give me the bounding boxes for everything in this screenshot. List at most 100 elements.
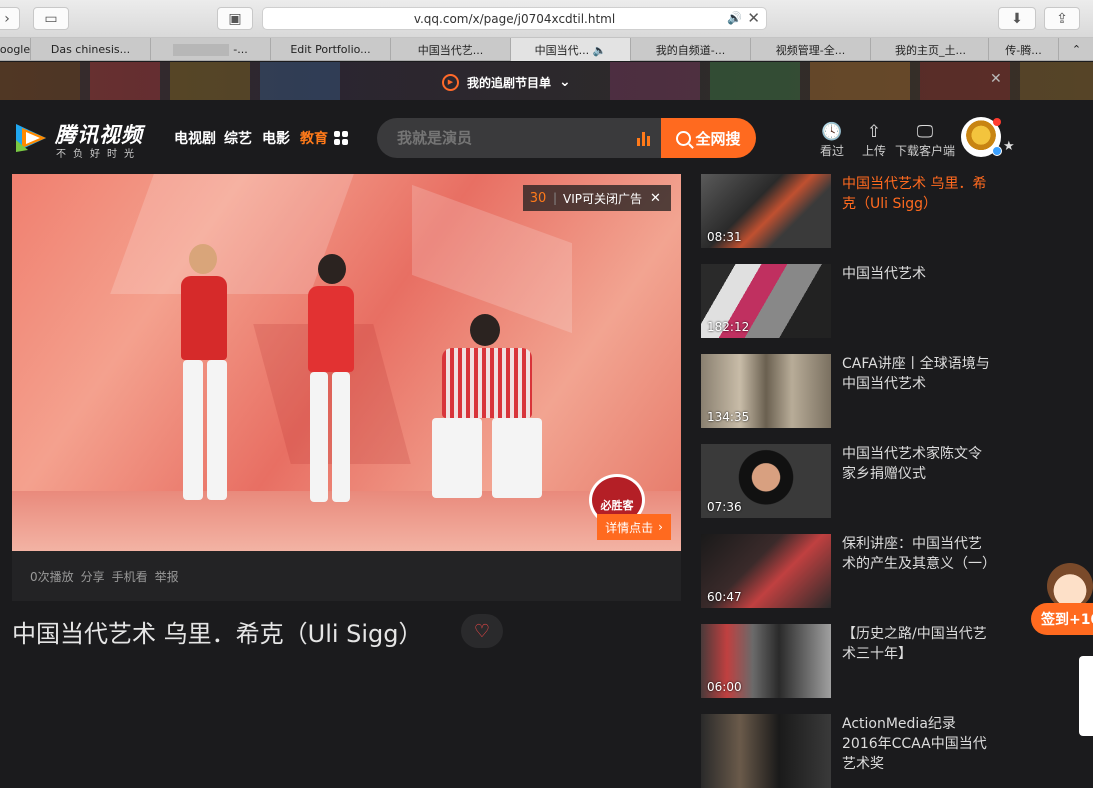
promo-tile [810,62,910,100]
tab-9[interactable]: 传-腾... [988,38,1058,61]
video-thumbnail[interactable]: 06:00 [701,624,831,698]
tab-5-active[interactable]: 中国当代... 🔈 [510,38,630,61]
share-icon: ⇪ [1056,10,1068,27]
download-icon: ⬇ [1011,10,1023,27]
playlist-item[interactable]: 06:00 【历史之路/中国当代艺术三十年】 [701,624,1001,698]
site-header: 腾讯视频 不负好时光 电视剧 综艺 电影 教育 全网搜 🕓 看过 ⇧ 上传 🖵 … [0,100,1093,174]
play-circle-icon: ▶ [442,73,459,91]
playlist-item-title[interactable]: 保利讲座：中国当代艺术的产生及其意义（一） [842,534,996,574]
ad-banner: 30 | VIP可关闭广告 ✕ [523,185,671,211]
video-player[interactable]: 30 | VIP可关闭广告 ✕ 必胜客 详情点击 › [12,174,681,551]
video-duration: 134:35 [707,410,750,424]
url-bar[interactable]: v.qq.com/x/page/j0704xcdtil.html 🔊 ✕ [262,7,767,30]
playlist-item-title[interactable]: 中国当代艺术 乌里．希克（Uli Sigg） [842,174,994,214]
sidebar-toggle-button[interactable]: ▭ [33,7,69,30]
close-icon[interactable]: ✕ [990,71,1002,87]
ad-detail-button[interactable]: 详情点击 › [597,514,671,540]
user-avatar[interactable] [961,117,1002,157]
star-icon: ★ [1003,139,1015,154]
side-toolbar[interactable] [1079,656,1093,736]
close-ad-icon[interactable]: ✕ [650,191,661,206]
tab-4[interactable]: 中国当代艺... [390,38,510,61]
video-duration: 60:47 [707,590,742,604]
download-client-icon: 🖵 [916,122,934,142]
playlist-item[interactable]: 134:35 CAFA讲座丨全球语境与中国当代艺术 [701,354,1001,428]
search-input[interactable] [397,128,617,148]
downloads-button[interactable]: ⬇ [998,7,1036,30]
watchlist-label: 我的追剧节目单 [467,75,552,90]
tab-bar: oogle Das chinesis... -... Edit Portfoli… [0,38,1093,61]
video-duration: 07:36 [707,500,742,514]
search-box [377,118,661,158]
signin-button[interactable]: 签到+10 [1031,603,1093,635]
promo-tile [710,62,800,100]
speaker-icon[interactable]: 🔊 [727,11,742,25]
video-thumbnail[interactable] [701,714,831,788]
playlist-item[interactable]: 08:31 中国当代艺术 乌里．希克（Uli Sigg） [701,174,1001,248]
playlist-item-title[interactable]: 中国当代艺术 [842,264,994,284]
video-duration: 182:12 [707,320,750,334]
playlist-item[interactable]: 182:12 中国当代艺术 [701,264,1001,338]
playlist-item[interactable]: 07:36 中国当代艺术家陈文令家乡捐赠仪式 [701,444,1001,518]
playlist-item[interactable]: ActionMedia纪录 2016年CCAA中国当代艺术奖 [701,714,1001,788]
report-link[interactable]: 举报 [155,568,179,585]
nav-variety[interactable]: 综艺 [224,128,252,148]
promo-tile [260,62,340,100]
sidebar-icon: ▭ [44,10,58,27]
history-button[interactable]: 🕓 看过 [812,122,852,159]
video-thumbnail[interactable]: 134:35 [701,354,831,428]
tencent-video-logo-icon[interactable] [12,120,52,156]
reader-button[interactable]: ▣ [217,7,253,30]
tab-0[interactable]: oogle [0,38,30,61]
playlist-item-title[interactable]: ActionMedia纪录 2016年CCAA中国当代艺术奖 [842,714,994,774]
search-button[interactable]: 全网搜 [661,118,756,158]
tab-1[interactable]: Das chinesis... [30,38,150,61]
tab-3[interactable]: Edit Portfolio... [270,38,390,61]
upload-button[interactable]: ⇧ 上传 [854,122,894,159]
nav-education[interactable]: 教育 [300,128,328,148]
search-icon [676,130,692,146]
playlist-item-title[interactable]: CAFA讲座丨全球语境与中国当代艺术 [842,354,994,394]
playlist-item-title[interactable]: 中国当代艺术家陈文令家乡捐赠仪式 [842,444,994,484]
tab-7[interactable]: 视频管理-全... [750,38,870,61]
video-duration: 06:00 [707,680,742,694]
play-count: 0次播放 [30,569,74,584]
tab-2[interactable]: -... [150,38,270,61]
tab-8[interactable]: 我的主页_土... [870,38,990,61]
vip-close-ad-link[interactable]: VIP可关闭广告 [563,190,642,207]
logo-slogan: 不负好时光 [56,149,141,160]
share-button[interactable]: ⇪ [1044,7,1080,30]
share-link[interactable]: 分享 [81,568,105,585]
video-thumbnail[interactable]: 182:12 [701,264,831,338]
nav-tv[interactable]: 电视剧 [174,128,216,148]
ad-countdown: 30 [529,190,547,206]
dancer-figure [292,254,372,514]
hot-search-icon[interactable] [637,132,651,146]
download-client-button[interactable]: 🖵 下载客户端 [895,122,955,159]
video-thumbnail[interactable]: 07:36 [701,444,831,518]
promo-tile [0,62,80,100]
chevron-right-icon: › [658,520,663,534]
video-thumbnail[interactable]: 60:47 [701,534,831,608]
vip-badge-icon [992,146,1002,156]
promo-tile [1020,62,1093,100]
playlist-item[interactable]: 60:47 保利讲座：中国当代艺术的产生及其意义（一） [701,534,1001,608]
blurred-favicon [173,43,230,56]
tab-6[interactable]: 我的自频道-... [630,38,750,61]
upload-icon: ⇧ [866,122,882,142]
back-button[interactable]: › [0,7,20,30]
heart-plus-icon: ♡ [473,620,491,642]
promo-tile [610,62,700,100]
nav-movie[interactable]: 电影 [262,128,290,148]
new-tab-button[interactable]: ⌃ [1058,38,1093,61]
promo-tile [90,62,160,100]
playlist-item-title[interactable]: 【历史之路/中国当代艺术三十年】 [842,624,994,664]
tab-overflow-icon: ⌃ [1071,43,1082,56]
video-info-bar: 0次播放 分享 手机看 举报 [12,551,681,601]
watch-on-phone-link[interactable]: 手机看 [112,568,148,585]
more-channels-icon[interactable] [334,131,348,145]
stop-icon[interactable]: ✕ [747,9,760,27]
favorite-button[interactable]: ♡ [461,614,503,648]
watchlist-link[interactable]: ▶ 我的追剧节目单 ⌄ [442,72,571,92]
video-thumbnail[interactable]: 08:31 [701,174,831,248]
